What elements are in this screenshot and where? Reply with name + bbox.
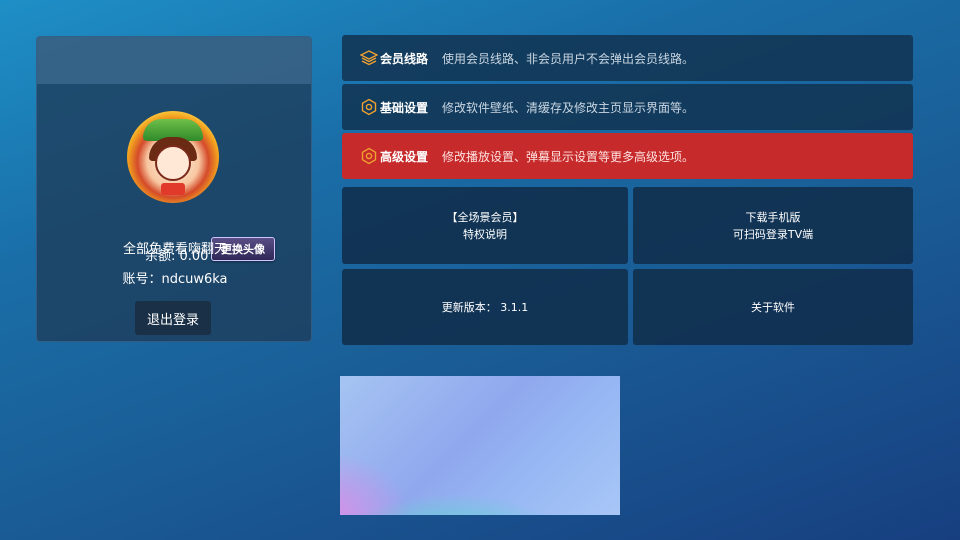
tile-vip-line2: 特权说明 [463,227,507,241]
gear-icon [360,98,378,116]
wallpaper-preview [340,376,620,515]
account-card: 余额: 0.00 更换头像 全部免费看嗨翻天 账号：ndcuw6ka 退出登录 [36,36,312,342]
avatar-bow [161,183,185,195]
menu-row-vip-lines[interactable]: 会员线路 使用会员线路、非会员用户不会弹出会员线路。 [342,35,913,81]
menu-desc-advanced-settings: 修改播放设置、弹幕显示设置等更多高级选项。 [442,149,695,164]
menu-title-advanced-settings: 高级设置 [380,149,429,164]
tile-vip-privileges[interactable]: 【全场景会员】 特权说明 [342,187,628,264]
menu-title-basic-settings: 基础设置 [380,100,429,115]
menu-title-vip-lines: 会员线路 [380,51,429,66]
tile-download-line2: 可扫码登录TV端 [732,227,814,241]
tile-about-label: 关于软件 [751,300,795,314]
account-card-header [37,37,311,84]
menu-row-advanced-settings[interactable]: 高级设置 修改播放设置、弹幕显示设置等更多高级选项。 [342,133,913,179]
free-watch-text: 全部免费看嗨翻天 [122,242,227,257]
tile-about-software[interactable]: 关于软件 [633,269,913,345]
tile-version-label: 更新版本： 3.1.1 [441,300,529,314]
tile-download-mobile[interactable]: 下载手机版 可扫码登录TV端 [633,187,913,264]
account-id-text: 账号：ndcuw6ka [122,272,228,287]
logout-button[interactable]: 退出登录 [135,301,211,335]
menu-row-basic-settings[interactable]: 基础设置 修改软件壁纸、清缓存及修改主页显示界面等。 [342,84,913,130]
tile-download-line1: 下载手机版 [745,210,801,224]
avatar [127,111,219,203]
avatar-face [155,145,191,181]
gear-icon [360,147,378,165]
menu-desc-basic-settings: 修改软件壁纸、清缓存及修改主页显示界面等。 [442,100,695,115]
tile-vip-line1: 【全场景会员】 [446,210,524,224]
menu-desc-vip-lines: 使用会员线路、非会员用户不会弹出会员线路。 [442,51,695,66]
layers-icon [360,49,378,67]
tile-update-version[interactable]: 更新版本： 3.1.1 [342,269,628,345]
